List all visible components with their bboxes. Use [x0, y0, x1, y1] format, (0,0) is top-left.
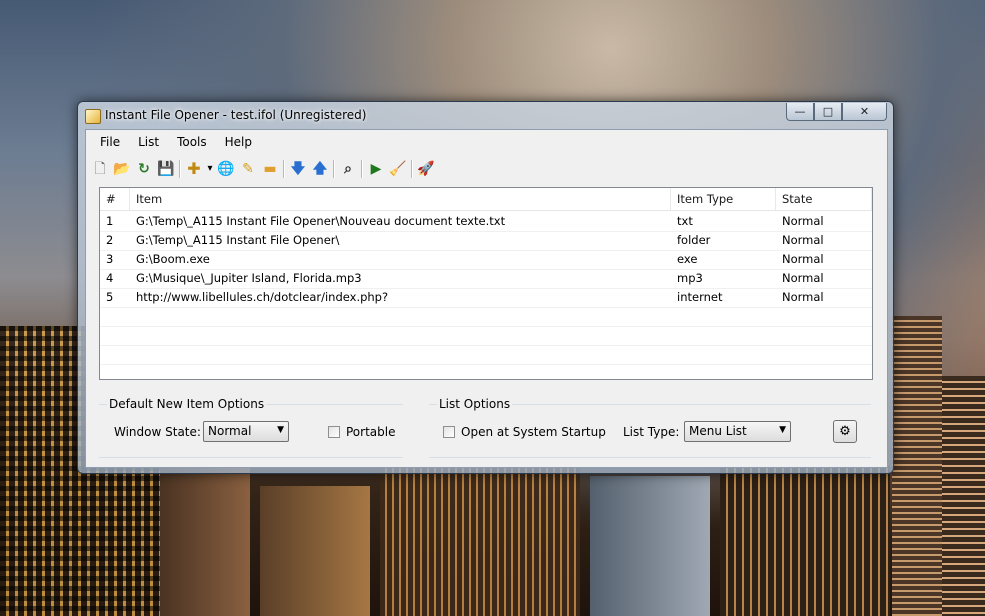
toolbar: 🗋 📂 ↻ 💾 ✚ ▾ 🌐 ✎ ▬ 🡇 🡅 ⌕ ▶ 🧹 🚀 — [89, 157, 437, 181]
cell-item: G:\Musique\_Jupiter Island, Florida.mp3 — [136, 271, 362, 285]
app-icon[interactable] — [85, 109, 101, 124]
chevron-down-icon: ▼ — [277, 425, 284, 435]
group-divider — [99, 457, 403, 458]
reload-icon[interactable]: ↻ — [133, 158, 155, 180]
toolbar-separator — [283, 160, 285, 178]
empty-row — [100, 364, 872, 379]
wallpaper-building — [260, 486, 370, 616]
cell-item: http://www.libellules.ch/dotclear/index.… — [136, 290, 389, 304]
cell-item-type: folder — [677, 233, 711, 247]
toolbar-separator — [411, 160, 413, 178]
empty-row — [100, 307, 872, 327]
toolbar-separator — [333, 160, 335, 178]
cell-item-type: mp3 — [677, 271, 703, 285]
cell-state: Normal — [782, 252, 824, 266]
empty-row — [100, 345, 872, 365]
wallpaper-building — [720, 466, 890, 616]
cell-state: Normal — [782, 233, 824, 247]
move-up-icon[interactable]: 🡅 — [309, 158, 331, 180]
add-icon[interactable]: ✚ — [183, 158, 205, 180]
empty-row — [100, 326, 872, 346]
find-icon[interactable]: ⌕ — [337, 158, 359, 180]
cell-item: G:\Temp\_A115 Instant File Opener\ — [136, 233, 340, 247]
maximize-button[interactable]: □ — [814, 103, 842, 121]
column-header-number[interactable]: # — [100, 188, 130, 210]
default-options-group: Default New Item Options — [99, 397, 403, 411]
wallpaper-building — [380, 466, 580, 616]
portable-label[interactable]: Portable — [346, 425, 395, 439]
wallpaper-building — [942, 376, 985, 616]
save-icon[interactable]: 💾 — [155, 158, 177, 180]
startup-checkbox[interactable] — [443, 426, 455, 438]
startup-label[interactable]: Open at System Startup — [461, 425, 606, 439]
add-dropdown-icon[interactable]: ▾ — [205, 158, 215, 180]
clean-icon[interactable]: 🧹 — [387, 158, 409, 180]
close-button[interactable]: ✕ — [842, 103, 887, 121]
table-row[interactable]: 2 G:\Temp\_A115 Instant File Opener\ fol… — [100, 231, 872, 251]
column-header-item-type[interactable]: Item Type — [671, 188, 776, 210]
list-settings-button[interactable]: ⚙ — [833, 420, 857, 443]
table-row[interactable]: 4 G:\Musique\_Jupiter Island, Florida.mp… — [100, 269, 872, 289]
cell-item: G:\Boom.exe — [136, 252, 210, 266]
client-area: File List Tools Help 🗋 📂 ↻ 💾 ✚ ▾ 🌐 ✎ ▬ 🡇… — [85, 129, 888, 468]
table-row[interactable]: 5 http://www.libellules.ch/dotclear/inde… — [100, 288, 872, 308]
launch-icon[interactable]: 🚀 — [415, 158, 437, 180]
menu-bar: File List Tools Help — [86, 130, 887, 154]
edit-icon[interactable]: ✎ — [237, 158, 259, 180]
menu-tools[interactable]: Tools — [169, 135, 215, 149]
toolbar-separator — [179, 160, 181, 178]
new-icon[interactable]: 🗋 — [89, 158, 111, 180]
list-options-title: List Options — [437, 397, 513, 411]
wallpaper-building — [590, 476, 710, 616]
menu-list[interactable]: List — [130, 135, 167, 149]
items-list[interactable]: # Item Item Type State 1 G:\Temp\_A115 I… — [99, 187, 873, 380]
table-row[interactable]: 3 G:\Boom.exe exe Normal — [100, 250, 872, 270]
list-type-select[interactable]: Menu List ▼ — [684, 421, 791, 442]
column-header-state[interactable]: State — [776, 188, 872, 210]
minimize-button[interactable]: — — [786, 103, 814, 121]
caption-buttons: — □ ✕ — [786, 103, 887, 121]
cell-number: 3 — [106, 252, 114, 266]
cell-state: Normal — [782, 271, 824, 285]
window-title: Instant File Opener - test.ifol (Unregis… — [105, 108, 367, 122]
cell-item-type: exe — [677, 252, 698, 266]
window-state-label: Window State: — [114, 425, 201, 439]
window-state-value: Normal — [208, 424, 252, 438]
cell-item: G:\Temp\_A115 Instant File Opener\Nouvea… — [136, 214, 506, 228]
remove-icon[interactable]: ▬ — [259, 158, 281, 180]
open-folder-icon[interactable]: 📂 — [111, 158, 133, 180]
chevron-down-icon: ▼ — [779, 425, 786, 435]
app-window: Instant File Opener - test.ifol (Unregis… — [77, 101, 894, 474]
window-state-select[interactable]: Normal ▼ — [203, 421, 289, 442]
portable-checkbox[interactable] — [328, 426, 340, 438]
cell-number: 4 — [106, 271, 114, 285]
cell-item-type: txt — [677, 214, 693, 228]
run-icon[interactable]: ▶ — [365, 158, 387, 180]
toolbar-separator — [361, 160, 363, 178]
list-header: # Item Item Type State — [100, 188, 872, 211]
title-bar[interactable]: Instant File Opener - test.ifol (Unregis… — [78, 102, 893, 128]
wallpaper-building — [160, 456, 250, 616]
cell-number: 1 — [106, 214, 114, 228]
default-options-title: Default New Item Options — [107, 397, 267, 411]
column-header-item[interactable]: Item — [130, 188, 671, 210]
cell-state: Normal — [782, 290, 824, 304]
group-divider — [429, 457, 871, 458]
settings-icon: ⚙ — [839, 424, 851, 439]
web-icon[interactable]: 🌐 — [215, 158, 237, 180]
menu-help[interactable]: Help — [217, 135, 260, 149]
list-options-group: List Options — [429, 397, 871, 411]
cell-state: Normal — [782, 214, 824, 228]
wallpaper-building — [892, 316, 942, 616]
move-down-icon[interactable]: 🡇 — [287, 158, 309, 180]
table-row[interactable]: 1 G:\Temp\_A115 Instant File Opener\Nouv… — [100, 212, 872, 232]
list-type-label: List Type: — [623, 425, 680, 439]
list-type-value: Menu List — [689, 424, 747, 438]
menu-file[interactable]: File — [92, 135, 128, 149]
cell-item-type: internet — [677, 290, 723, 304]
cell-number: 5 — [106, 290, 114, 304]
cell-number: 2 — [106, 233, 114, 247]
